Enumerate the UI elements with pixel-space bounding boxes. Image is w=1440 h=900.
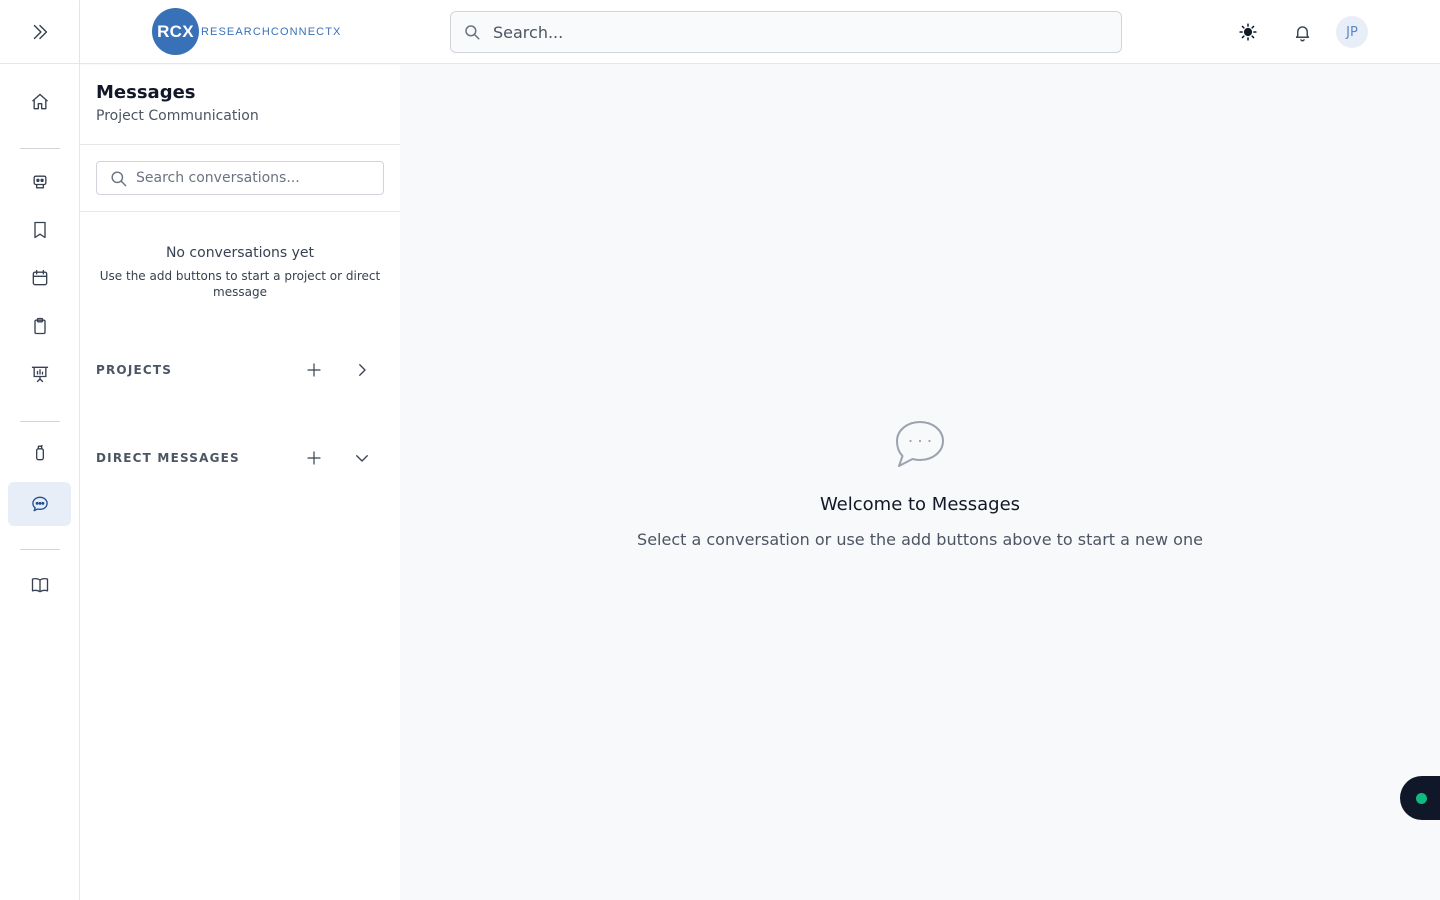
projects-section-header: PROJECTS	[96, 355, 384, 385]
nav-tasks[interactable]	[8, 304, 71, 348]
robot-icon	[33, 175, 46, 189]
conversation-search-section	[80, 145, 400, 212]
presentation-chart-icon	[31, 366, 48, 383]
messages-title: Messages	[96, 82, 196, 103]
nav-home[interactable]	[8, 80, 71, 124]
bookmark-icon	[33, 221, 46, 239]
welcome-title: Welcome to Messages	[819, 494, 1021, 515]
add-project-button[interactable]	[300, 356, 328, 384]
nav-divider	[20, 549, 60, 550]
plus-icon	[307, 363, 321, 377]
nav-messages[interactable]	[8, 482, 71, 526]
messages-header: Messages Project Communication	[80, 65, 400, 145]
user-avatar[interactable]: JP	[1336, 16, 1368, 48]
messages-panel: Messages Project Communication No conver…	[80, 65, 400, 900]
nav-lab[interactable]	[8, 431, 71, 475]
sun-icon	[1239, 23, 1257, 41]
search-icon	[465, 25, 480, 40]
conversation-area: Welcome to Messages Select a conversatio…	[400, 65, 1440, 900]
nav-divider	[20, 421, 60, 422]
online-status-indicator	[1416, 792, 1427, 804]
chat-bubble-icon	[31, 496, 48, 512]
welcome-subtitle: Select a conversation or use the add but…	[637, 530, 1203, 549]
nav-library[interactable]	[8, 563, 71, 607]
nav-bookmarks[interactable]	[8, 208, 71, 252]
empty-state-title: No conversations yet	[165, 245, 315, 261]
bell-icon	[1295, 25, 1309, 41]
search-icon	[111, 170, 127, 186]
flask-icon	[35, 444, 44, 461]
home-icon	[31, 93, 48, 110]
book-open-icon	[31, 577, 48, 593]
logo-wordmark: RESEARCHCONNECTX	[201, 25, 342, 38]
chevrons-right-icon	[33, 24, 48, 39]
nav-ai-assistant[interactable]	[8, 160, 71, 204]
clipboard-icon	[33, 317, 46, 335]
global-search[interactable]	[450, 11, 1122, 53]
theme-toggle-button[interactable]	[1232, 16, 1264, 48]
plus-icon	[307, 451, 321, 465]
global-search-input[interactable]	[493, 22, 1093, 42]
nav-divider	[20, 148, 60, 149]
logo-mark: RCX	[152, 8, 199, 55]
nav-presentations[interactable]	[8, 352, 71, 396]
calendar-icon	[32, 269, 47, 286]
top-bar: RCX RESEARCHCONNECTX JP	[80, 0, 1440, 64]
expand-projects-button[interactable]	[348, 356, 376, 384]
conversation-search-input[interactable]	[136, 170, 376, 186]
chevron-right-icon	[359, 364, 366, 376]
chat-bubble-icon	[896, 421, 944, 467]
projects-section-label: PROJECTS	[96, 363, 173, 377]
floating-chat-button[interactable]	[1400, 776, 1440, 820]
expand-sidebar-button[interactable]	[0, 0, 80, 64]
collapse-direct-messages-button[interactable]	[348, 444, 376, 472]
brand-logo[interactable]: RCX RESEARCHCONNECTX	[152, 8, 341, 55]
empty-state-description: Use the add buttons to start a project o…	[99, 269, 381, 299]
nav-rail	[0, 0, 80, 900]
direct-messages-section-label: DIRECT MESSAGES	[96, 451, 240, 465]
nav-calendar[interactable]	[8, 256, 71, 300]
chevron-down-icon	[356, 455, 368, 462]
messages-subtitle: Project Communication	[96, 108, 259, 124]
notifications-button[interactable]	[1286, 16, 1318, 48]
conversation-search[interactable]	[96, 161, 384, 195]
add-direct-message-button[interactable]	[300, 444, 328, 472]
direct-messages-section-header: DIRECT MESSAGES	[96, 443, 384, 473]
